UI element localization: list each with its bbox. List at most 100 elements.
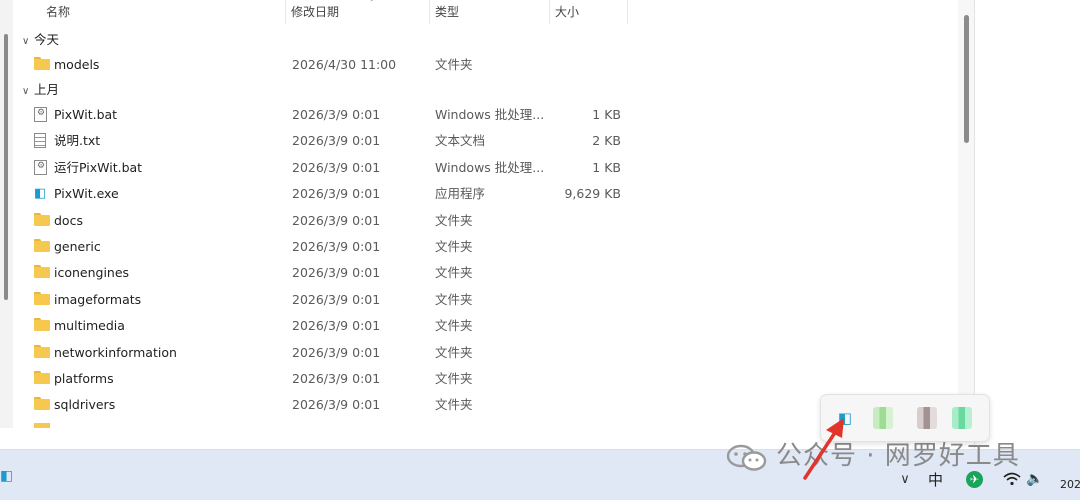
group-label: 今天 <box>34 32 60 47</box>
list-item[interactable]: PixWit.bat 2026/3/9 0:01 Windows 批处理... … <box>13 102 958 128</box>
pixwit-app-icon: ◧ <box>34 186 47 201</box>
file-date: 2026/3/9 0:01 <box>292 371 381 386</box>
ime-indicator[interactable]: 中 <box>928 468 943 492</box>
sort-caret-icon: ⌄ <box>368 0 376 4</box>
file-date: 2026/3/9 0:01 <box>292 160 381 175</box>
volume-icon[interactable]: 🔈 <box>1026 470 1043 488</box>
file-type: 文件夹 <box>435 397 473 412</box>
file-name: docs <box>54 213 83 228</box>
file-size: 2 KB <box>592 133 621 148</box>
column-type[interactable]: 类型 <box>435 0 459 24</box>
scrollbar-thumb[interactable] <box>964 15 969 143</box>
column-divider[interactable] <box>285 0 286 24</box>
list-item[interactable]: docs 2026/3/9 0:01 文件夹 <box>13 208 958 234</box>
blurred-tray-icon[interactable] <box>952 407 972 429</box>
list-item[interactable]: platforms 2026/3/9 0:01 文件夹 <box>13 366 958 392</box>
column-name[interactable]: 名称 <box>46 0 70 24</box>
file-date: 2026/4/30 11:00 <box>292 57 397 72</box>
batch-file-icon <box>34 107 50 122</box>
file-name: 运行PixWit.bat <box>54 160 143 175</box>
details-pane <box>974 0 1080 450</box>
folder-icon <box>34 239 50 253</box>
file-type: 文本文档 <box>435 133 486 148</box>
wechat-icon <box>726 444 767 471</box>
column-divider[interactable] <box>429 0 430 24</box>
folder-icon <box>34 318 50 332</box>
file-name: networkinformation <box>54 345 177 360</box>
column-header: 名称 ⌄ 修改日期 类型 大小 <box>13 0 958 24</box>
column-divider[interactable] <box>549 0 550 24</box>
chevron-down-icon[interactable]: ∨ <box>896 470 914 490</box>
list-item[interactable]: iconengines 2026/3/9 0:01 文件夹 <box>13 260 958 286</box>
file-type: 文件夹 <box>435 213 473 228</box>
file-name: platforms <box>54 371 114 386</box>
list-item[interactable]: generic 2026/3/9 0:01 文件夹 <box>13 234 958 260</box>
list-item[interactable]: multimedia 2026/3/9 0:01 文件夹 <box>13 313 958 339</box>
file-date: 2026/3/9 0:01 <box>292 397 381 412</box>
file-type: 文件夹 <box>435 345 473 360</box>
file-type: 文件夹 <box>435 318 473 333</box>
folder-icon <box>34 345 50 359</box>
file-size: 9,629 KB <box>564 186 621 201</box>
folder-icon <box>34 292 50 306</box>
folder-icon <box>34 371 50 385</box>
file-name: generic <box>54 239 101 254</box>
file-type: Windows 批处理... <box>435 160 545 175</box>
file-name: PixWit.bat <box>54 107 118 122</box>
file-name: iconengines <box>54 265 130 280</box>
file-date: 2026/3/9 0:01 <box>292 213 381 228</box>
clock-text[interactable]: 202 <box>1060 478 1080 492</box>
file-size: 1 KB <box>592 160 621 175</box>
nav-pane-edge <box>0 0 13 428</box>
file-type: 文件夹 <box>435 292 473 307</box>
list-item[interactable]: ◧ PixWit.exe 2026/3/9 0:01 应用程序 9,629 KB <box>13 181 958 207</box>
file-name: multimedia <box>54 318 125 333</box>
group-label: 上月 <box>34 82 60 97</box>
file-date: 2026/3/9 0:01 <box>292 239 381 254</box>
folder-icon <box>34 397 50 411</box>
file-name: 说明.txt <box>54 133 101 148</box>
file-date: 2026/3/9 0:01 <box>292 133 381 148</box>
blurred-tray-icon[interactable] <box>917 407 937 429</box>
file-name: imageformats <box>54 292 142 307</box>
column-date[interactable]: 修改日期 <box>291 0 339 24</box>
file-date: 2026/3/9 0:01 <box>292 186 381 201</box>
list-item[interactable]: imageformats 2026/3/9 0:01 文件夹 <box>13 287 958 313</box>
list-item[interactable]: 运行PixWit.bat 2026/3/9 0:01 Windows 批处理..… <box>13 155 958 181</box>
chevron-down-icon: ∨ <box>22 36 30 47</box>
file-date: 2026/3/9 0:01 <box>292 265 381 280</box>
file-name: sqldrivers <box>54 397 116 412</box>
blurred-tray-icon[interactable] <box>873 407 893 429</box>
file-type: 应用程序 <box>435 186 486 201</box>
green-app-tray-icon[interactable]: ✈ <box>966 471 983 488</box>
pixwit-taskbar-icon[interactable]: ◧ <box>0 468 13 488</box>
file-size: 1 KB <box>592 107 621 122</box>
list-item[interactable]: 说明.txt 2026/3/9 0:01 文本文档 2 KB <box>13 128 958 154</box>
file-type: 文件夹 <box>435 239 473 254</box>
file-type: 文件夹 <box>435 265 473 280</box>
vertical-scrollbar[interactable] <box>958 0 974 428</box>
column-divider[interactable] <box>627 0 628 24</box>
column-size[interactable]: 大小 <box>555 0 579 24</box>
file-date: 2026/3/9 0:01 <box>292 107 381 122</box>
folder-icon <box>34 213 50 227</box>
file-type: 文件夹 <box>435 57 473 72</box>
file-date: 2026/3/9 0:01 <box>292 318 381 333</box>
file-type: Windows 批处理... <box>435 107 545 122</box>
group-header-last-month[interactable]: ∨ 上月 <box>22 78 59 102</box>
list-item[interactable]: models 2026/4/30 11:00 文件夹 <box>13 52 958 78</box>
group-header-today[interactable]: ∨ 今天 <box>22 28 59 52</box>
nav-pane-scrollbar[interactable] <box>4 34 8 300</box>
list-item[interactable]: networkinformation 2026/3/9 0:01 文件夹 <box>13 340 958 366</box>
file-name: PixWit.exe <box>54 186 119 201</box>
text-file-icon <box>34 133 50 148</box>
chevron-down-icon: ∨ <box>22 86 30 97</box>
file-date: 2026/3/9 0:01 <box>292 345 381 360</box>
file-type: 文件夹 <box>435 371 473 386</box>
folder-icon <box>34 57 50 71</box>
batch-file-icon <box>34 160 50 175</box>
red-arrow-icon <box>803 418 844 480</box>
file-name: models <box>54 57 100 72</box>
folder-icon <box>34 265 50 279</box>
wifi-icon[interactable] <box>1003 472 1021 486</box>
